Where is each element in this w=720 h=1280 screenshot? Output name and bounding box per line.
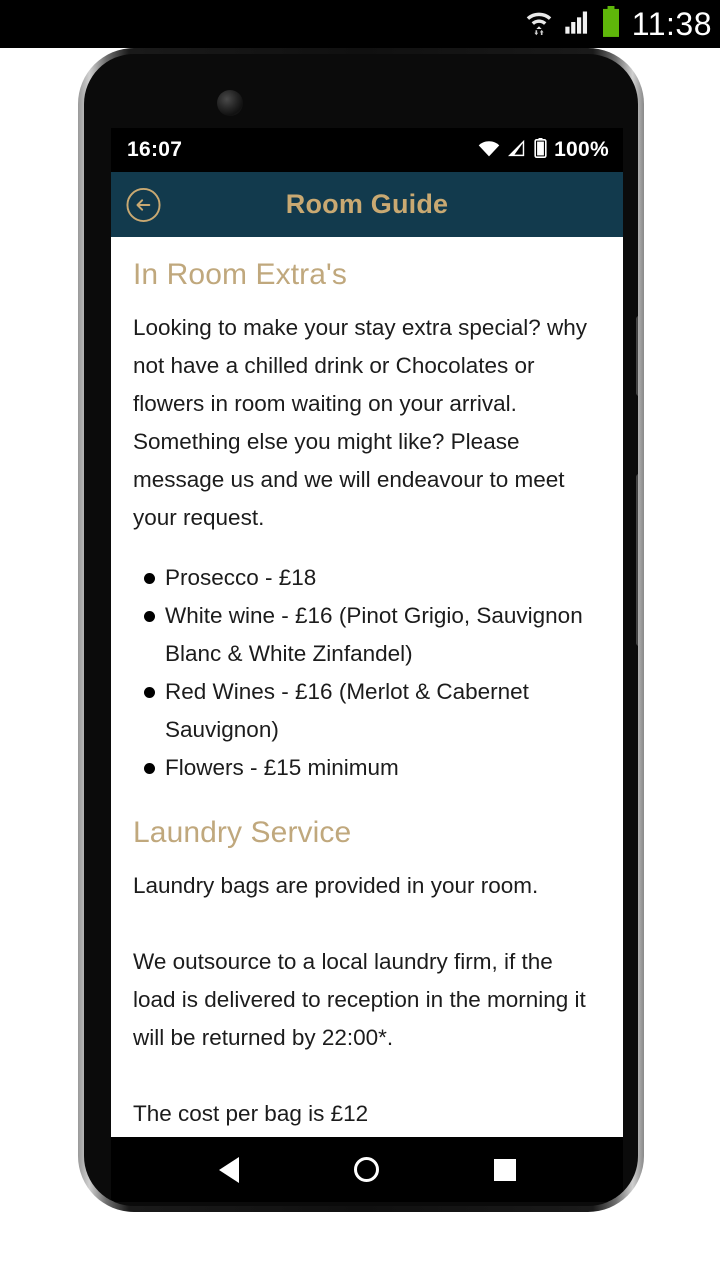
volume-button[interactable] — [636, 316, 638, 396]
list-item-label: Flowers - £15 minimum — [165, 755, 399, 780]
os-status-icons — [524, 5, 622, 43]
battery-percent-label: 100% — [554, 138, 609, 161]
section-paragraph: The cost per bag is £12 — [133, 1101, 369, 1126]
nav-home-icon[interactable] — [353, 1157, 379, 1182]
section-paragraph: Looking to make your stay extra special?… — [133, 315, 587, 530]
phone-screen: 16:07 100% Room Guide In Room Extra's Lo… — [111, 128, 623, 1202]
android-navigation-bar — [111, 1137, 623, 1202]
bullet-icon — [144, 573, 155, 584]
cellular-signal-icon — [563, 7, 591, 42]
app-status-icons: 100% — [478, 137, 609, 163]
list-item: Flowers - £15 minimum — [133, 749, 601, 787]
app-status-clock: 16:07 — [127, 138, 183, 161]
section-paragraph: Laundry bags are provided in your room. — [133, 873, 539, 898]
page-title: Room Guide — [285, 189, 449, 219]
bullet-icon — [144, 687, 155, 698]
section-paragraph: We outsource to a local laundry firm, if… — [133, 949, 586, 1050]
list-item: White wine - £16 (Pinot Grigio, Sauvigno… — [133, 597, 601, 673]
back-button[interactable] — [125, 186, 162, 223]
battery-icon — [534, 137, 547, 163]
app-status-bar: 16:07 100% — [111, 128, 623, 172]
bullet-icon — [144, 763, 155, 774]
front-camera-icon — [217, 90, 243, 116]
list-item: Prosecco - £18 — [133, 559, 601, 597]
signal-icon — [507, 139, 527, 162]
os-status-bar: 11:38 — [0, 0, 720, 48]
phone-body: 16:07 100% Room Guide In Room Extra's Lo… — [84, 54, 638, 1206]
wifi-icon — [478, 139, 500, 162]
list-item-label: Red Wines - £16 (Merlot & Cabernet Sauvi… — [165, 679, 529, 742]
phone-device-frame: 16:07 100% Room Guide In Room Extra's Lo… — [78, 48, 644, 1212]
list-item-label: Prosecco - £18 — [165, 565, 317, 590]
nav-back-icon[interactable] — [218, 1156, 239, 1183]
extras-list: Prosecco - £18 White wine - £16 (Pinot G… — [133, 559, 601, 787]
circle-back-arrow-icon — [126, 187, 161, 222]
power-button[interactable] — [636, 474, 638, 646]
room-guide-content[interactable]: In Room Extra's Looking to make your sta… — [111, 237, 623, 1137]
section-heading-laundry-service: Laundry Service — [133, 816, 352, 849]
wifi-data-icon — [524, 7, 554, 42]
os-clock: 11:38 — [631, 5, 712, 42]
nav-recents-icon[interactable] — [493, 1158, 516, 1181]
list-item-label: White wine - £16 (Pinot Grigio, Sauvigno… — [165, 603, 583, 666]
app-header: Room Guide — [111, 172, 623, 237]
battery-full-icon — [600, 5, 622, 43]
bullet-icon — [144, 611, 155, 622]
list-item: Red Wines - £16 (Merlot & Cabernet Sauvi… — [133, 673, 601, 749]
section-heading-in-room-extras: In Room Extra's — [133, 258, 347, 291]
